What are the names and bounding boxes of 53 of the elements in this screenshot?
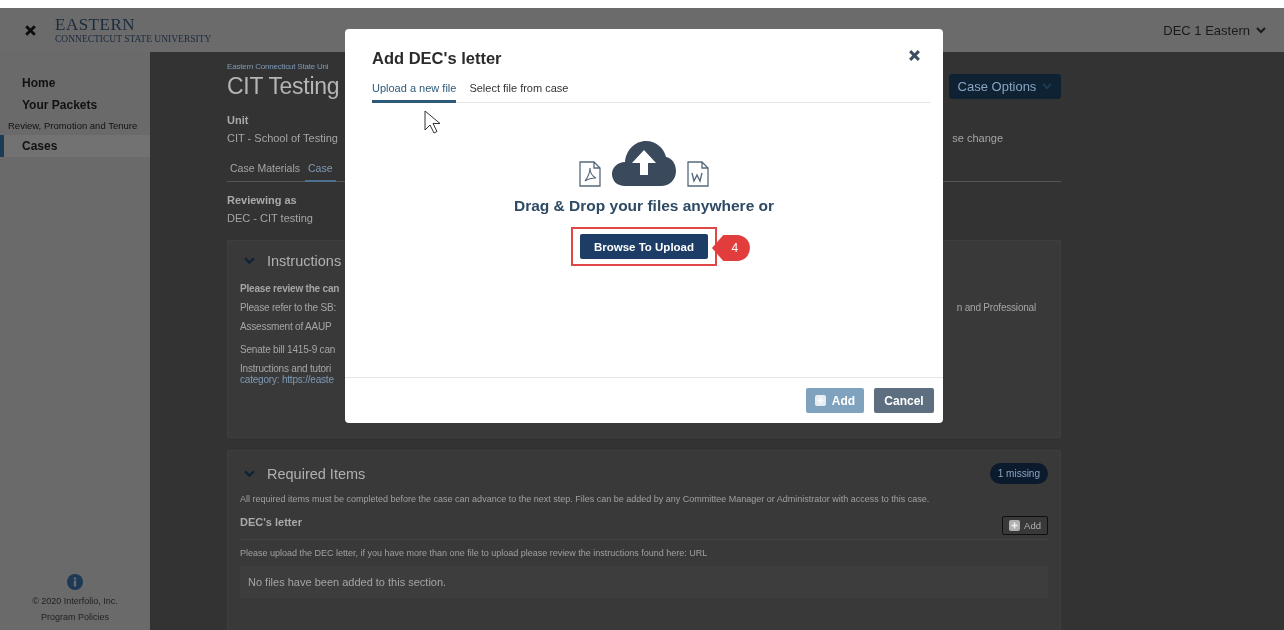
breadcrumb[interactable]: Eastern Connecticut State Uni: [227, 62, 329, 71]
case-title: CIT Testing: [227, 73, 340, 100]
chevron-down-icon[interactable]: [244, 469, 255, 478]
dialog-tab[interactable]: Upload a new file: [372, 82, 457, 103]
instruction-text: Senate bill 1415-9 can: [240, 344, 336, 355]
close-icon[interactable]: [24, 23, 37, 37]
drop-instruction: Drag & Drop your files anywhere or: [513, 197, 775, 215]
sidebar-item[interactable]: Home: [0, 72, 150, 94]
reviewing-value: DEC - CIT testing: [227, 212, 313, 224]
unit-value: CIT - School of Testing: [227, 132, 338, 144]
instruction-text: Please refer to the SB:: [240, 302, 336, 313]
cloud-upload-icon: [611, 139, 677, 187]
word-file-icon: [687, 161, 709, 187]
browse-button[interactable]: Browse To Upload: [579, 234, 709, 259]
close-icon[interactable]: [908, 49, 921, 62]
chevron-down-icon: [1256, 26, 1266, 34]
pdf-file-icon: [579, 161, 601, 187]
plus-icon: [814, 395, 826, 406]
required-items-description: All required items must be completed before the case can advance to the next step. Files can be added by any Committee Manager or Administrator with access to this case.: [240, 494, 930, 504]
section-heading: Review, Promotion and Tenure: [7, 119, 138, 133]
sidebar-item[interactable]: Cases: [0, 135, 150, 157]
sidebar-item[interactable]: Your Packets: [0, 94, 150, 116]
card-title: Instructions: [267, 253, 342, 269]
dialog-tab[interactable]: Select file from case: [469, 82, 569, 103]
case-tab[interactable]: Case Materials: [227, 162, 304, 182]
instruction-text: Instructions and tutori: [240, 363, 331, 374]
instruction-text: Please review the can: [240, 283, 340, 294]
case-options-button[interactable]: Case Options: [949, 74, 1061, 99]
unit-note: se change: [952, 132, 1003, 144]
item-title: DEC's letter: [240, 516, 302, 528]
instruction-link[interactable]: category: https://easte: [240, 374, 334, 385]
copyright-text: © 2020 Interfolio, Inc.: [32, 596, 118, 606]
unit-label: Unit: [227, 114, 249, 126]
user-menu[interactable]: DEC 1 Eastern: [1163, 22, 1266, 38]
instruction-text: n and Professional: [956, 302, 1036, 313]
mouse-cursor-icon: [424, 110, 441, 134]
item-description: Please upload the DEC letter, if you have more than one file to upload please review the instructions found here: URL: [240, 548, 708, 558]
case-tab[interactable]: Case: [305, 162, 336, 182]
chevron-down-icon[interactable]: [244, 257, 255, 265]
chevron-down-icon: [1042, 83, 1053, 90]
step-callout: 4: [711, 235, 750, 261]
add-button[interactable]: Add: [1002, 516, 1048, 535]
info-icon[interactable]: [67, 574, 83, 590]
missing-badge: 1 missing: [989, 463, 1048, 484]
reviewing-label: Reviewing as: [227, 194, 297, 206]
instruction-text: Assessment of AAUP: [240, 321, 332, 332]
cancel-button[interactable]: Cancel: [874, 388, 934, 413]
university-logo[interactable]: EASTERN CONNECTICUT STATE UNIVERSITY: [55, 15, 212, 45]
dialog-title: Add DEC's letter: [372, 49, 502, 68]
policies-link[interactable]: Program Policies: [41, 612, 109, 622]
empty-message: No files have been added to this section.: [240, 566, 1048, 598]
plus-icon: [1009, 520, 1021, 531]
card-title: Required Items: [267, 465, 366, 482]
